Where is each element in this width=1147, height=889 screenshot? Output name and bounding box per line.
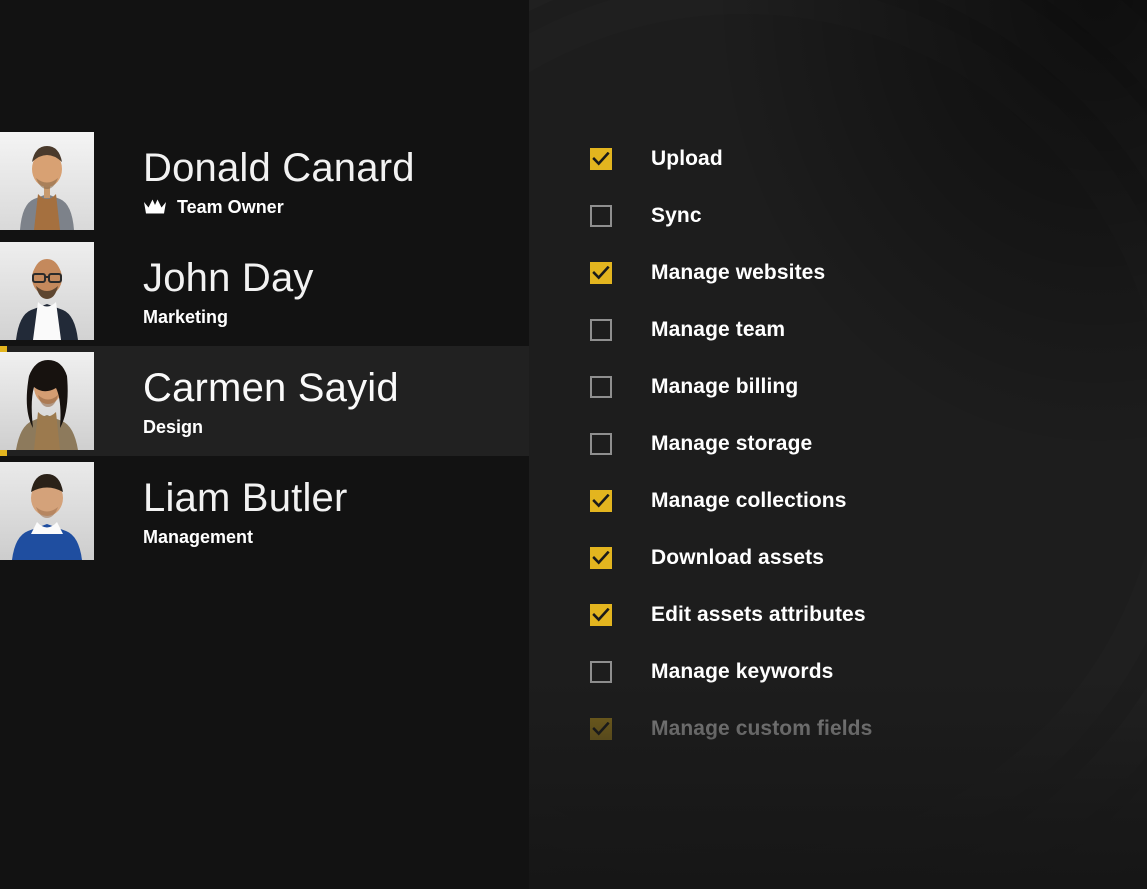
permissions-list: Upload Sync Manage websites Manage team Mana… (590, 130, 1130, 757)
permission-row[interactable]: Sync (590, 187, 1130, 244)
member-role-line: Marketing (143, 308, 314, 326)
member-row-selected[interactable]: Carmen Sayid Design (0, 346, 529, 456)
permission-row[interactable]: Manage storage (590, 415, 1130, 472)
member-role-label: Management (143, 526, 254, 547)
member-row[interactable]: Donald Canard Team Owner (0, 126, 529, 236)
team-permissions-screen: Donald Canard Team Owner John Day Marketin… (0, 0, 1147, 889)
checkbox-checked-icon[interactable] (590, 261, 612, 284)
member-name: Donald Canard (143, 145, 415, 190)
member-text-block: Liam Butler Management (143, 477, 348, 546)
checkbox-unchecked-icon[interactable] (590, 432, 612, 455)
member-list: Donald Canard Team Owner John Day Marketin… (0, 126, 529, 566)
member-role-line: Design (143, 418, 399, 436)
checkbox-unchecked-icon[interactable] (590, 318, 612, 341)
permission-label: Sync (651, 203, 702, 227)
avatar-liam-butler (0, 462, 94, 560)
permission-label: Manage websites (651, 260, 826, 284)
checkbox-checked-icon[interactable] (590, 147, 612, 170)
checkbox-checked-icon[interactable] (590, 546, 612, 569)
member-name: Liam Butler (143, 475, 348, 520)
permission-label: Edit assets attributes (651, 602, 866, 626)
permission-label: Upload (651, 146, 723, 170)
member-name: Carmen Sayid (143, 365, 399, 410)
permission-label: Manage team (651, 317, 786, 341)
permission-row[interactable]: Download assets (590, 529, 1130, 586)
permission-row[interactable]: Upload (590, 130, 1130, 187)
avatar-carmen-sayid (0, 352, 94, 450)
permission-label: Manage collections (651, 488, 847, 512)
permission-row[interactable]: Manage keywords (590, 643, 1130, 700)
crown-icon (143, 198, 167, 216)
avatar-john-day (0, 242, 94, 340)
avatar-donald-canard (0, 132, 94, 230)
permission-label: Manage keywords (651, 659, 834, 683)
member-text-block: Carmen Sayid Design (143, 367, 399, 436)
checkbox-checked-icon[interactable] (590, 603, 612, 626)
member-role-line: Management (143, 528, 348, 546)
permission-label: Manage storage (651, 431, 813, 455)
checkbox-checked-icon[interactable] (590, 489, 612, 512)
member-role-label: Marketing (143, 306, 229, 327)
permission-row[interactable]: Manage websites (590, 244, 1130, 301)
checkbox-checked-icon[interactable] (590, 717, 612, 740)
permission-row[interactable]: Manage custom fields (590, 700, 1130, 757)
member-row[interactable]: Liam Butler Management (0, 456, 529, 566)
permission-row[interactable]: Manage team (590, 301, 1130, 358)
member-text-block: Donald Canard Team Owner (143, 147, 415, 216)
permission-row[interactable]: Manage collections (590, 472, 1130, 529)
member-role-line: Team Owner (143, 198, 415, 216)
member-row[interactable]: John Day Marketing (0, 236, 529, 346)
permission-label: Manage billing (651, 374, 799, 398)
permissions-panel: Upload Sync Manage websites Manage team Mana… (529, 0, 1147, 889)
member-role-label: Team Owner (177, 196, 284, 217)
member-text-block: John Day Marketing (143, 257, 314, 326)
checkbox-unchecked-icon[interactable] (590, 660, 612, 683)
permission-label: Manage custom fields (651, 716, 873, 740)
member-role-label: Design (143, 416, 204, 437)
checkbox-unchecked-icon[interactable] (590, 204, 612, 227)
members-panel: Donald Canard Team Owner John Day Marketin… (0, 0, 529, 889)
permission-label: Download assets (651, 545, 825, 569)
permission-row[interactable]: Manage billing (590, 358, 1130, 415)
member-name: John Day (143, 255, 314, 300)
permission-row[interactable]: Edit assets attributes (590, 586, 1130, 643)
checkbox-unchecked-icon[interactable] (590, 375, 612, 398)
